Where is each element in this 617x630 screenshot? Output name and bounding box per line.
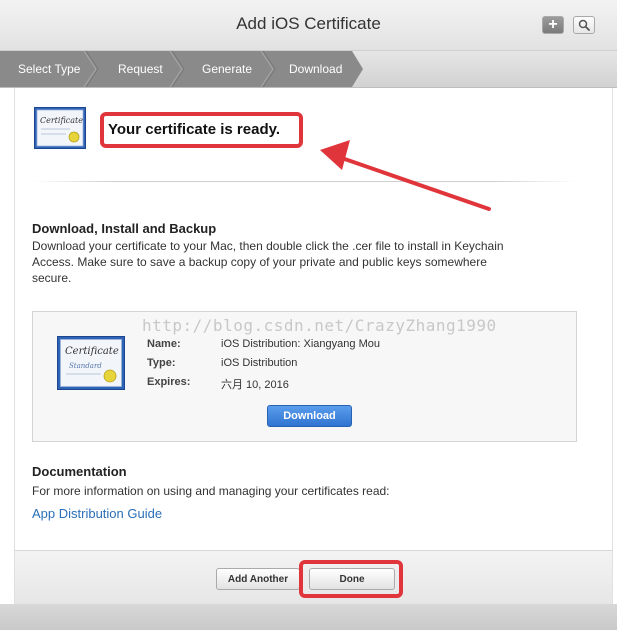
download-text-line3: secure.	[32, 271, 72, 285]
done-highlight-box	[299, 560, 403, 598]
certificate-icon: Certificate	[34, 107, 86, 149]
documentation-heading: Documentation	[32, 464, 127, 479]
download-text-line2: Access. Make sure to save a backup copy …	[32, 255, 487, 269]
certificate-standard-icon: Certificate Standard	[57, 336, 125, 390]
cert-expires-value: 六月 10, 2016	[221, 379, 289, 391]
plus-icon: +	[548, 16, 558, 33]
bottom-strip	[0, 604, 617, 630]
step-bar: Select Type Request Generate Download	[0, 50, 617, 88]
step-request: Request	[118, 62, 163, 76]
status-highlight-box	[100, 112, 303, 148]
cert-name-value: iOS Distribution: Xiangyang Mou	[221, 338, 380, 350]
search-button[interactable]	[573, 16, 595, 34]
add-another-button[interactable]: Add Another	[216, 568, 300, 590]
certificate-standard-icon-subtext: Standard	[69, 362, 102, 370]
search-icon	[578, 19, 590, 31]
cert-name-label: Name:	[147, 338, 181, 350]
section-divider	[32, 181, 577, 182]
step-select-type: Select Type	[18, 62, 81, 76]
cert-expires-label: Expires:	[147, 376, 191, 388]
cert-type-label: Type:	[147, 357, 176, 369]
app-distribution-guide-link[interactable]: App Distribution Guide	[32, 506, 162, 521]
download-text-line1: Download your certificate to your Mac, t…	[32, 239, 504, 253]
watermark-text: http://blog.csdn.net/CrazyZhang1990	[142, 316, 497, 335]
certificate-icon-text: Certificate	[40, 116, 83, 125]
step-download: Download	[289, 62, 343, 76]
step-generate: Generate	[202, 62, 253, 76]
cert-type-value: iOS Distribution	[221, 357, 298, 369]
download-button[interactable]: Download	[267, 405, 352, 427]
window-title: Add iOS Certificate	[236, 14, 381, 33]
download-heading: Download, Install and Backup	[32, 221, 217, 236]
title-bar: Add iOS Certificate +	[0, 0, 617, 51]
add-button[interactable]: +	[542, 16, 564, 34]
certificate-standard-icon-text: Certificate	[65, 346, 119, 357]
documentation-text: For more information on using and managi…	[32, 484, 390, 498]
